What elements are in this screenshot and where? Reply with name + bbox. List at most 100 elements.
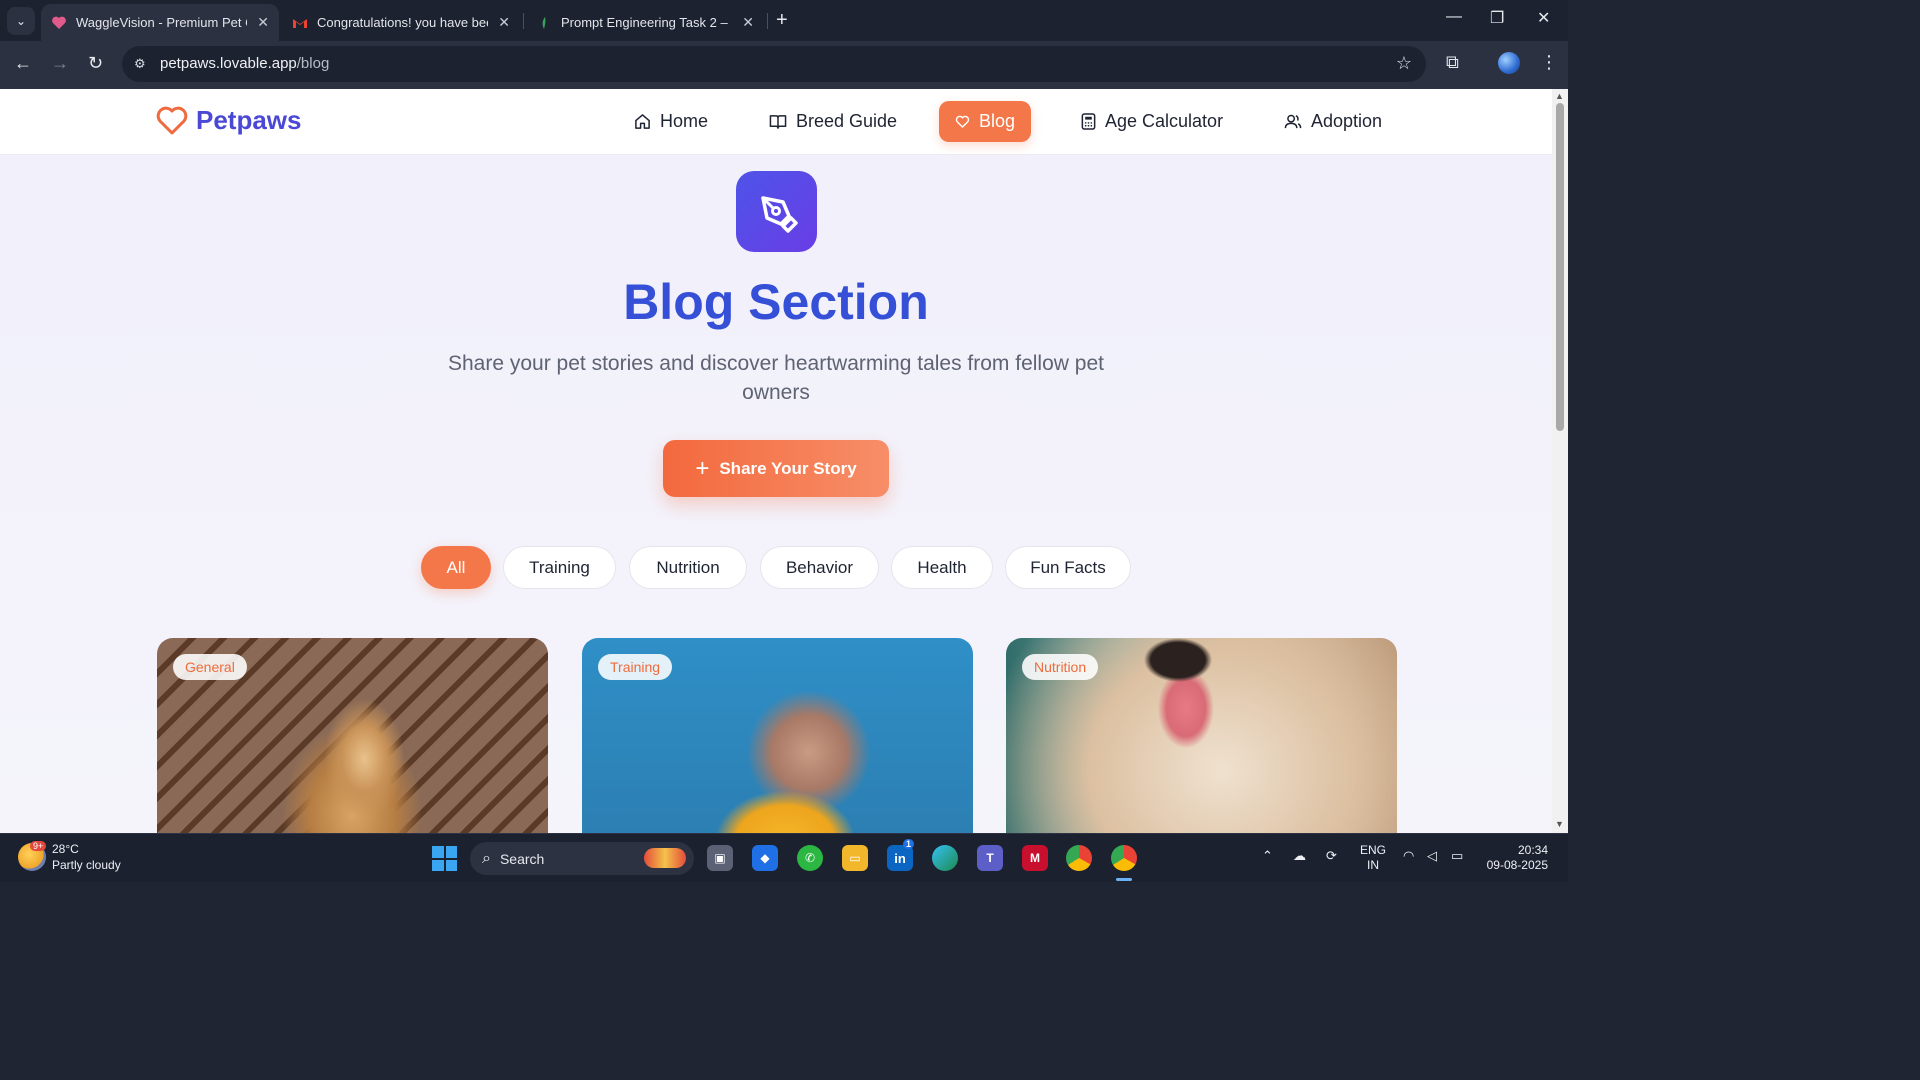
site-header: Petpaws Home Breed Guide Blog Age Calcul…: [0, 89, 1552, 155]
taskbar-search[interactable]: ⌕ Search: [470, 842, 694, 875]
taskbar-search-label: Search: [499, 850, 545, 867]
file-explorer-icon[interactable]: ▭: [842, 845, 868, 871]
tab-separator: [767, 13, 768, 29]
users-icon: [1284, 114, 1302, 129]
chrome-profile-icon[interactable]: [1111, 845, 1137, 871]
search-highlight-icon: [644, 848, 686, 868]
nav-blog[interactable]: Blog: [939, 101, 1031, 142]
category-badge: Training: [598, 654, 673, 680]
tab-title: Prompt Engineering Task 2 – Fu: [561, 15, 733, 30]
chrome-icon[interactable]: [1066, 845, 1092, 871]
close-window-icon[interactable]: ✕: [1537, 8, 1550, 28]
task-view-icon[interactable]: ▣: [707, 845, 733, 871]
filter-label: All: [446, 557, 466, 577]
nav-adoption[interactable]: Adoption: [1268, 101, 1398, 142]
whatsapp-icon[interactable]: ✆: [797, 845, 823, 871]
mcafee-icon[interactable]: M: [1022, 845, 1048, 871]
nav-age-calculator-label: Age Calculator: [1105, 111, 1224, 131]
reload-icon[interactable]: ↻: [88, 53, 103, 74]
wifi-icon[interactable]: ◠: [1403, 848, 1414, 864]
weather-desc: Partly cloudy: [52, 858, 121, 872]
nav-age-calculator[interactable]: Age Calculator: [1065, 101, 1239, 142]
onedrive-icon[interactable]: ☁: [1293, 848, 1306, 864]
extensions-icon[interactable]: ⧉: [1446, 52, 1459, 73]
language-indicator[interactable]: ENG IN: [1360, 843, 1386, 873]
close-tab-icon[interactable]: ✕: [742, 14, 754, 31]
bookmark-star-icon[interactable]: ☆: [1396, 53, 1412, 74]
scroll-down-icon[interactable]: ▼: [1555, 819, 1564, 829]
tray-overflow-icon[interactable]: ⌃: [1262, 848, 1273, 864]
back-icon[interactable]: ←: [14, 53, 32, 74]
linkedin-icon[interactable]: in 1: [887, 839, 915, 871]
filter-fun-facts[interactable]: Fun Facts: [1005, 546, 1131, 589]
nav-home[interactable]: Home: [618, 101, 724, 142]
site-info-icon[interactable]: ⚙: [134, 56, 150, 72]
scroll-up-icon[interactable]: ▲: [1555, 91, 1564, 101]
search-icon: ⌕: [482, 849, 491, 867]
browser-tab[interactable]: Congratulations! you have been ✕: [282, 4, 520, 41]
filter-training[interactable]: Training: [503, 546, 616, 589]
close-tab-icon[interactable]: ✕: [257, 14, 269, 31]
share-your-story-button[interactable]: + Share Your Story: [663, 440, 889, 497]
address-bar[interactable]: ⚙ petpaws.lovable.app/blog ☆: [122, 46, 1426, 82]
taskbar: 9+ 28°C Partly cloudy ⌕ Search ▣ ◆ ✆ ▭ i…: [0, 833, 1568, 882]
filter-label: Health: [917, 557, 967, 577]
battery-icon[interactable]: ▭: [1451, 848, 1463, 864]
start-button[interactable]: [432, 846, 457, 871]
system-clock[interactable]: 20:34 09-08-2025: [1484, 843, 1548, 873]
url-host: petpaws.lovable.app: [160, 55, 297, 72]
heart-favicon-icon: [52, 16, 66, 29]
nav-adoption-label: Adoption: [1311, 111, 1383, 131]
browser-tab-active[interactable]: WaggleVision - Premium Pet Ca ✕: [41, 4, 279, 41]
url-text[interactable]: petpaws.lovable.app/blog: [160, 55, 329, 72]
tab-search-button[interactable]: ⌄: [7, 7, 35, 35]
tab-title: WaggleVision - Premium Pet Ca: [76, 15, 248, 30]
nav-breed-guide[interactable]: Breed Guide: [753, 101, 913, 142]
blog-card[interactable]: Nutrition: [1006, 638, 1397, 833]
gmail-favicon-icon: [293, 18, 307, 28]
blog-card[interactable]: General: [157, 638, 548, 833]
linkedin-badge: 1: [903, 839, 915, 849]
profile-avatar[interactable]: [1498, 52, 1520, 74]
edge-icon[interactable]: [932, 845, 958, 871]
scrollbar-thumb[interactable]: [1556, 103, 1564, 431]
language-code: ENG: [1360, 843, 1387, 857]
nav-blog-label: Blog: [978, 111, 1015, 131]
category-badge: General: [173, 654, 247, 680]
brand-name: Petpaws: [196, 105, 302, 135]
filter-nutrition[interactable]: Nutrition: [629, 546, 747, 589]
weather-badge: 9+: [30, 841, 47, 851]
browser-menu-icon[interactable]: ⋮: [1540, 52, 1558, 73]
windows-logo-icon: [432, 846, 444, 858]
region-code: IN: [1367, 858, 1379, 872]
minimize-icon[interactable]: —: [1446, 8, 1462, 26]
page-viewport: Petpaws Home Breed Guide Blog Age Calcul…: [0, 89, 1552, 833]
category-badge: Nutrition: [1022, 654, 1099, 680]
teams-icon[interactable]: T: [977, 845, 1003, 871]
blog-card[interactable]: Training: [582, 638, 973, 833]
page-scrollbar[interactable]: ▲ ▼: [1552, 89, 1568, 833]
filter-behavior[interactable]: Behavior: [760, 546, 879, 589]
brand-logo[interactable]: Petpaws: [156, 105, 302, 136]
url-path: /blog: [296, 55, 330, 72]
filter-label: Nutrition: [656, 557, 720, 577]
sync-icon[interactable]: ⟳: [1326, 848, 1337, 864]
forward-icon[interactable]: →: [51, 53, 69, 74]
filter-health[interactable]: Health: [891, 546, 993, 589]
filter-all[interactable]: All: [421, 546, 491, 589]
close-tab-icon[interactable]: ✕: [498, 14, 510, 31]
active-app-indicator: [1116, 878, 1132, 881]
tab-separator: [523, 13, 524, 29]
new-tab-button[interactable]: +: [776, 9, 788, 32]
weather-widget[interactable]: 9+ 28°C Partly cloudy: [18, 841, 121, 873]
dropbox-icon[interactable]: ◆: [752, 845, 778, 871]
book-icon: [769, 115, 787, 129]
share-your-story-label: Share Your Story: [719, 458, 857, 478]
restore-icon[interactable]: ❐: [1490, 8, 1504, 28]
browser-tab[interactable]: Prompt Engineering Task 2 – Fu ✕: [526, 4, 764, 41]
volume-icon[interactable]: ◁: [1427, 848, 1437, 864]
page-title: Blog Section: [623, 274, 929, 330]
leaf-favicon-icon: [542, 16, 546, 29]
filter-label: Behavior: [785, 557, 854, 577]
pen-tool-icon: [736, 171, 817, 252]
